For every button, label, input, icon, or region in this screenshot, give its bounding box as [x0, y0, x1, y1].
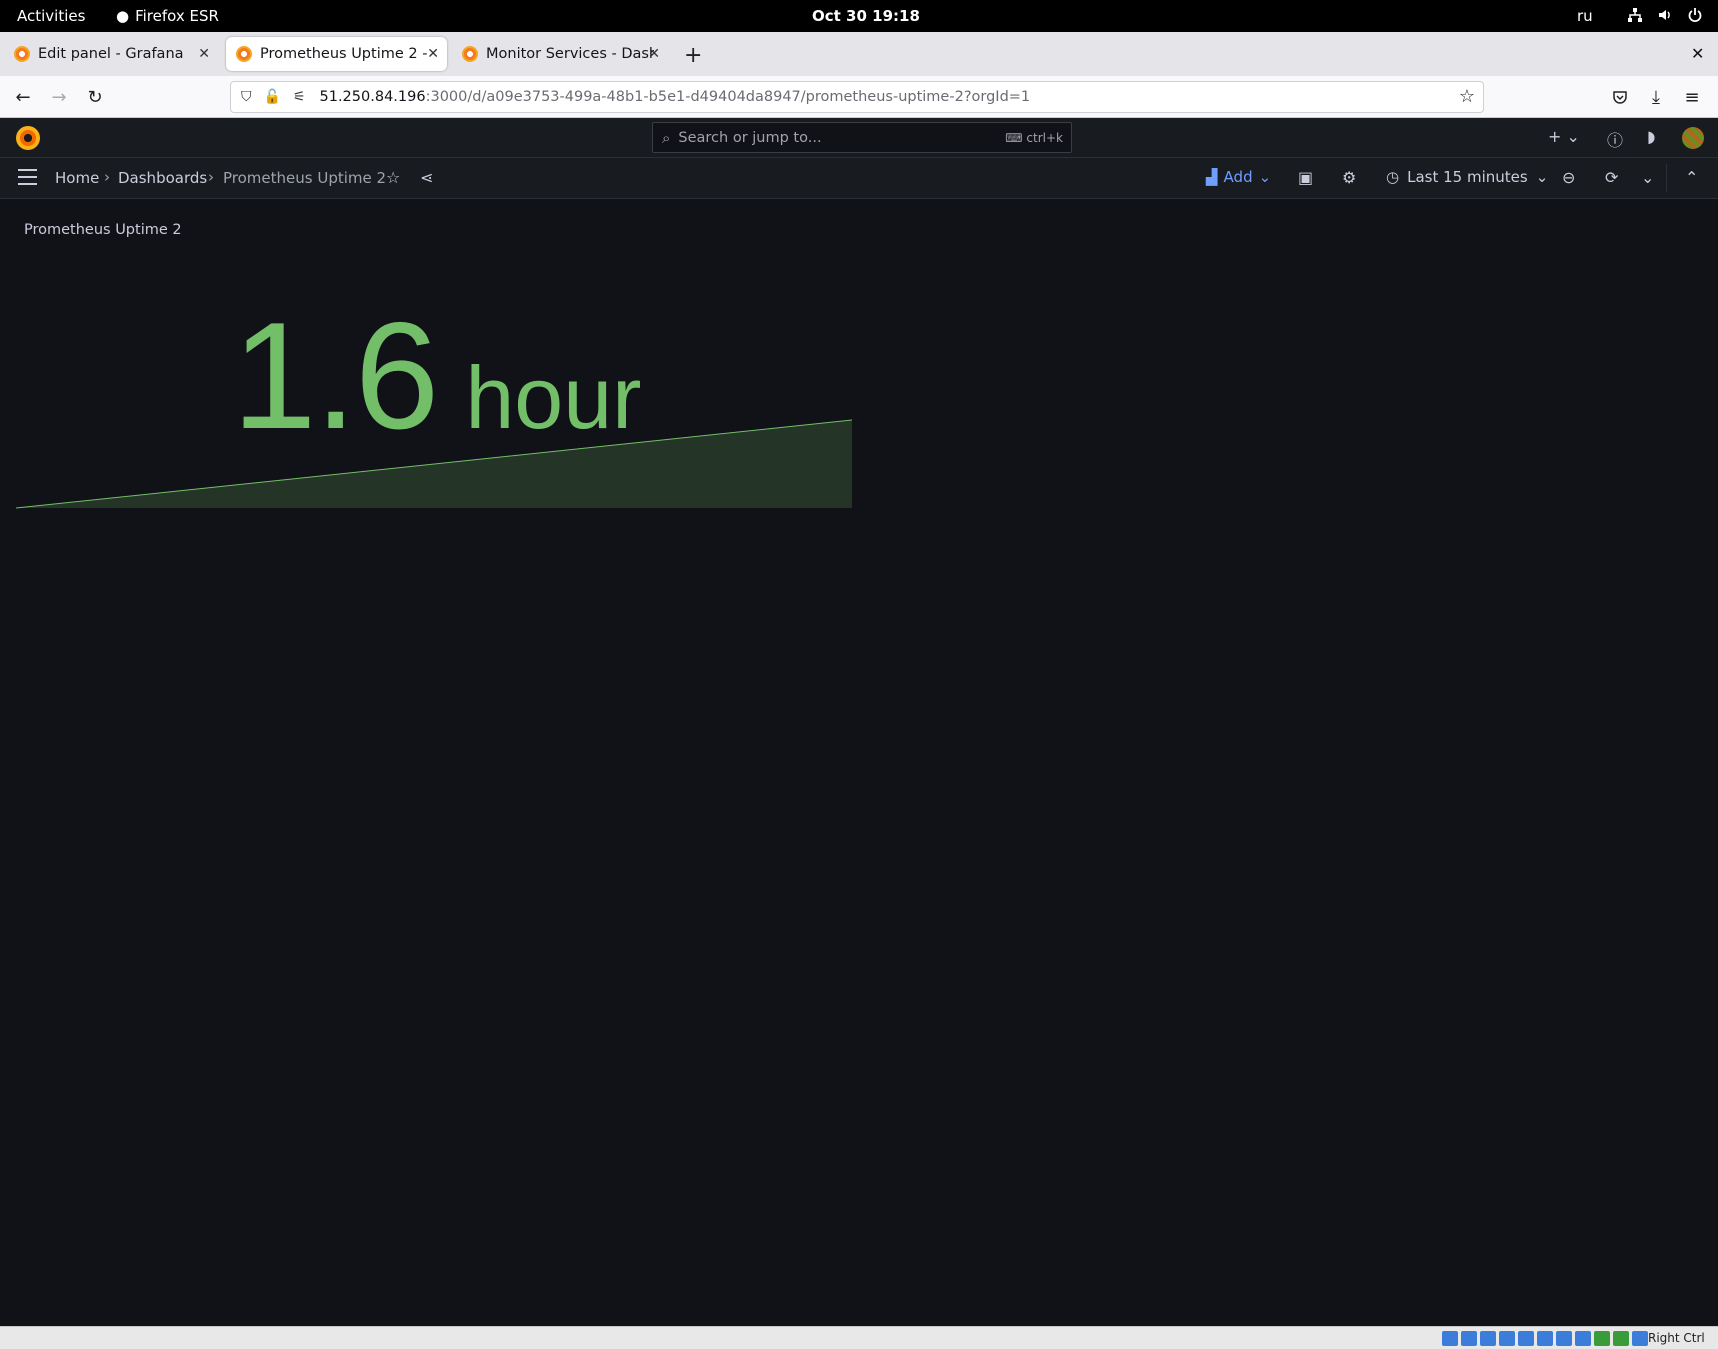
recording-icon[interactable]: [1575, 1331, 1591, 1346]
grafana-logo-icon[interactable]: [16, 126, 40, 150]
permissions-icon[interactable]: ⚟: [293, 89, 306, 105]
url-host: 51.250.84.196: [319, 89, 426, 105]
host-key-label: Right Ctrl: [1648, 1331, 1705, 1345]
volume-icon: [1656, 6, 1674, 24]
tab-title: Prometheus Uptime 2 - D: [260, 46, 428, 62]
power-icon: [1686, 6, 1704, 24]
usb-icon[interactable]: [1518, 1331, 1534, 1346]
star-icon[interactable]: ☆: [386, 168, 400, 187]
display-icon[interactable]: [1556, 1331, 1572, 1346]
new-menu-button[interactable]: + ⌄: [1548, 127, 1580, 146]
optical-drive-icon[interactable]: [1461, 1331, 1477, 1346]
menu-icon[interactable]: ≡: [1679, 84, 1705, 110]
language-indicator[interactable]: ru: [1577, 7, 1593, 25]
help-icon[interactable]: ⓘ: [1607, 127, 1623, 151]
window-close-icon[interactable]: ✕: [1691, 44, 1704, 63]
news-feed-icon[interactable]: ◗: [1647, 127, 1655, 146]
cpu-icon[interactable]: [1594, 1331, 1610, 1346]
new-tab-button[interactable]: +: [684, 43, 702, 68]
divider: [1666, 164, 1667, 192]
breadcrumb-home[interactable]: Home: [55, 169, 99, 187]
vm-status-bar: Right Ctrl: [0, 1326, 1718, 1349]
settings-gear-icon[interactable]: ⚙: [1342, 168, 1356, 187]
tab-edit-panel[interactable]: Edit panel - Grafana ✕: [4, 37, 218, 71]
pocket-icon[interactable]: [1607, 84, 1633, 110]
tab-strip: Edit panel - Grafana ✕ Prometheus Uptime…: [0, 32, 1718, 76]
url-bar[interactable]: ⛉ 🔓 ⚟ 51.250.84.196:3000/d/a09e3753-499a…: [230, 81, 1484, 113]
time-range-picker[interactable]: ◷ Last 15 minutes ⌄: [1386, 168, 1548, 186]
tab-close-icon[interactable]: ✕: [648, 46, 660, 62]
clock-icon: ◷: [1386, 168, 1400, 186]
shared-folder-icon[interactable]: [1537, 1331, 1553, 1346]
clock[interactable]: Oct 30 19:18: [812, 7, 920, 25]
tab-prometheus-uptime[interactable]: Prometheus Uptime 2 - D ✕: [226, 37, 447, 71]
grafana-top-bar: ⌕ Search or jump to... ⌨ ctrl+k + ⌄ ⓘ ◗: [0, 118, 1718, 158]
breadcrumb-dashboards[interactable]: Dashboards: [118, 169, 207, 187]
collapse-chevron-up-icon[interactable]: ⌃: [1685, 168, 1698, 187]
user-avatar[interactable]: [1682, 127, 1704, 149]
add-panel-icon: ▟: [1206, 168, 1218, 186]
firefox-icon: ●: [116, 7, 130, 25]
chevron-down-icon: ⌄: [1535, 168, 1549, 186]
network-icon: [1626, 6, 1644, 24]
activities-button[interactable]: Activities: [17, 7, 85, 25]
mouse-integration-icon[interactable]: [1632, 1331, 1648, 1346]
add-button[interactable]: ▟ Add ⌄: [1206, 168, 1271, 186]
tab-close-icon[interactable]: ✕: [198, 46, 210, 62]
add-label: Add: [1223, 168, 1253, 186]
save-icon[interactable]: ▣: [1298, 168, 1313, 187]
search-icon: ⌕: [662, 128, 671, 147]
chevron-down-icon: ⌄: [1258, 168, 1272, 186]
dashboard-navbar: Home › Dashboards › Prometheus Uptime 2 …: [0, 158, 1718, 199]
tab-title: Monitor Services - Dashb: [486, 46, 654, 62]
system-top-bar: Activities ● Firefox ESR Oct 30 19:18 ru: [0, 0, 1718, 32]
reload-button[interactable]: ↻: [82, 84, 108, 110]
search-shortcut: ⌨ ctrl+k: [1005, 130, 1063, 145]
network-adapter-icon[interactable]: [1499, 1331, 1515, 1346]
refresh-interval-chevron-icon[interactable]: ⌄: [1641, 168, 1654, 187]
audio-icon[interactable]: [1480, 1331, 1496, 1346]
insecure-lock-icon[interactable]: 🔓: [264, 89, 281, 105]
time-range-label: Last 15 minutes: [1407, 168, 1528, 186]
browser-navbar: ← → ↻ ⛉ 🔓 ⚟ 51.250.84.196:3000/d/a09e375…: [0, 76, 1718, 118]
guest-additions-icon[interactable]: [1613, 1331, 1629, 1346]
bookmark-star-icon[interactable]: ☆: [1459, 86, 1475, 107]
panel-title[interactable]: Prometheus Uptime 2: [24, 222, 182, 238]
shield-icon[interactable]: ⛉: [241, 89, 252, 105]
downloads-icon[interactable]: ⤓: [1643, 84, 1669, 110]
app-menu[interactable]: ● Firefox ESR: [116, 7, 219, 25]
tab-monitor-services[interactable]: Monitor Services - Dashb ✕: [452, 37, 668, 71]
vm-device-icons[interactable]: [1442, 1331, 1648, 1346]
forward-button[interactable]: →: [46, 84, 72, 110]
tab-title: Edit panel - Grafana: [38, 46, 184, 62]
grafana-favicon-icon: [14, 46, 30, 62]
sparkline: [16, 419, 852, 509]
hdd-icon[interactable]: [1442, 1331, 1458, 1346]
tab-close-icon[interactable]: ✕: [427, 46, 439, 62]
share-icon[interactable]: ⋖: [420, 168, 433, 187]
system-tray[interactable]: [1626, 6, 1704, 24]
refresh-icon[interactable]: ⟳: [1605, 168, 1618, 187]
menu-toggle-icon[interactable]: [18, 169, 37, 185]
url-path: :3000/d/a09e3753-499a-48b1-b5e1-d49404da…: [425, 89, 1031, 105]
chevron-right-icon: ›: [208, 168, 214, 186]
grafana-favicon-icon: [236, 46, 252, 62]
search-placeholder: Search or jump to...: [678, 129, 822, 146]
back-button[interactable]: ←: [10, 84, 36, 110]
breadcrumb-current: Prometheus Uptime 2: [223, 169, 387, 187]
search-input[interactable]: ⌕ Search or jump to... ⌨ ctrl+k: [652, 122, 1072, 153]
chevron-right-icon: ›: [104, 168, 110, 186]
app-name: Firefox ESR: [135, 7, 219, 25]
grafana-favicon-icon: [462, 46, 478, 62]
zoom-out-icon[interactable]: ⊖: [1562, 168, 1575, 187]
